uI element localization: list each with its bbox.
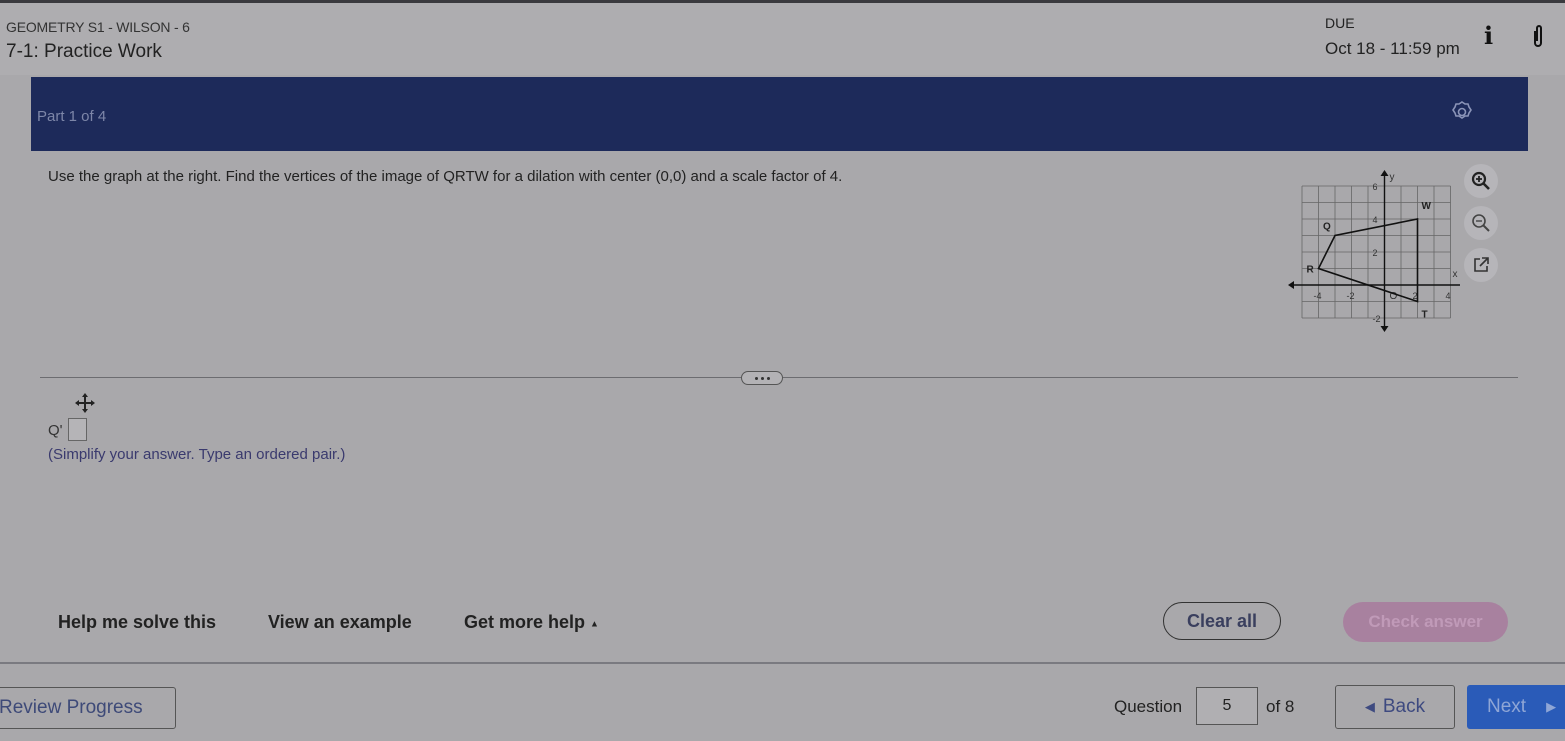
clear-all-button[interactable]: Clear all [1163, 602, 1281, 640]
get-more-help-label: Get more help [464, 612, 586, 632]
dot [754, 376, 758, 380]
x-tick-label: 4 [1446, 291, 1451, 301]
caret-right-icon: ▶ [1546, 699, 1557, 714]
part-label: Part 1 of 4 [37, 108, 107, 125]
y-axis-arrow-up [1380, 170, 1389, 176]
popout-button[interactable] [1464, 248, 1498, 282]
next-button[interactable]: Next ▶ [1467, 685, 1565, 729]
info-icon[interactable]: i [1484, 21, 1493, 50]
back-label: Back [1382, 696, 1426, 717]
course-name: GEOMETRY S1 - WILSON - 6 [6, 19, 190, 35]
y-tick-label: 2 [1373, 248, 1378, 258]
answer-input[interactable] [68, 418, 87, 441]
caret-up-icon: ▲ [590, 618, 599, 629]
footer-divider [0, 662, 1565, 664]
coordinate-graph: xyO-4 -2 2 4642-2QRTW [1288, 170, 1460, 332]
gear-icon[interactable] [1449, 99, 1475, 125]
question-number-input[interactable]: 5 [1196, 687, 1258, 725]
move-icon[interactable] [73, 391, 97, 415]
answer-label: Q' [48, 422, 63, 439]
y-tick-label: -2 [1373, 314, 1381, 324]
assignment-title: 7-1: Practice Work [6, 41, 162, 62]
part-header: Part 1 of 4 [31, 77, 1528, 151]
x-axis-arrow-left [1288, 281, 1294, 289]
y-tick-label: 6 [1373, 182, 1378, 192]
vertex-label-t: T [1422, 310, 1428, 321]
answer-hint: (Simplify your answer. Type an ordered p… [48, 446, 346, 463]
zoom-in-button[interactable] [1464, 164, 1498, 198]
y-axis-label: y [1390, 172, 1395, 183]
paperclip-icon[interactable] [1532, 23, 1544, 49]
assignment-header: GEOMETRY S1 - WILSON - 6 7-1: Practice W… [0, 0, 1565, 75]
dot [760, 376, 764, 380]
vertex-label-r: R [1307, 265, 1315, 276]
zoom-out-icon [1472, 214, 1490, 232]
view-example-button[interactable]: View an example [268, 612, 412, 633]
x-tick-label: -2 [1347, 291, 1355, 301]
expand-more-button[interactable] [741, 371, 783, 385]
external-link-icon [1474, 257, 1489, 272]
question-label: Question [1114, 697, 1183, 716]
y-tick-label: 4 [1373, 215, 1378, 225]
due-label: DUE [1325, 15, 1355, 31]
help-me-solve-button[interactable]: Help me solve this [58, 612, 216, 633]
review-progress-button[interactable]: Review Progress [0, 687, 176, 729]
get-more-help-button[interactable]: Get more help ▲ [464, 612, 599, 633]
x-axis-label: x [1453, 269, 1458, 280]
y-axis-arrow-down [1380, 326, 1389, 332]
vertex-label-q: Q [1323, 222, 1331, 233]
next-label: Next [1487, 696, 1527, 717]
zoom-out-button[interactable] [1464, 206, 1498, 240]
zoom-in-icon [1471, 171, 1490, 190]
graph-tools [1464, 164, 1500, 290]
x-tick-label: -4 [1314, 291, 1322, 301]
due-date: Oct 18 - 11:59 pm [1325, 39, 1460, 58]
check-answer-button[interactable]: Check answer [1343, 602, 1508, 642]
back-button[interactable]: ◀ Back [1335, 685, 1455, 729]
question-text: Use the graph at the right. Find the ver… [48, 168, 843, 185]
dot [766, 376, 770, 380]
vertex-label-w: W [1422, 201, 1432, 212]
question-total: of 8 [1266, 697, 1295, 716]
caret-left-icon: ◀ [1364, 699, 1375, 714]
